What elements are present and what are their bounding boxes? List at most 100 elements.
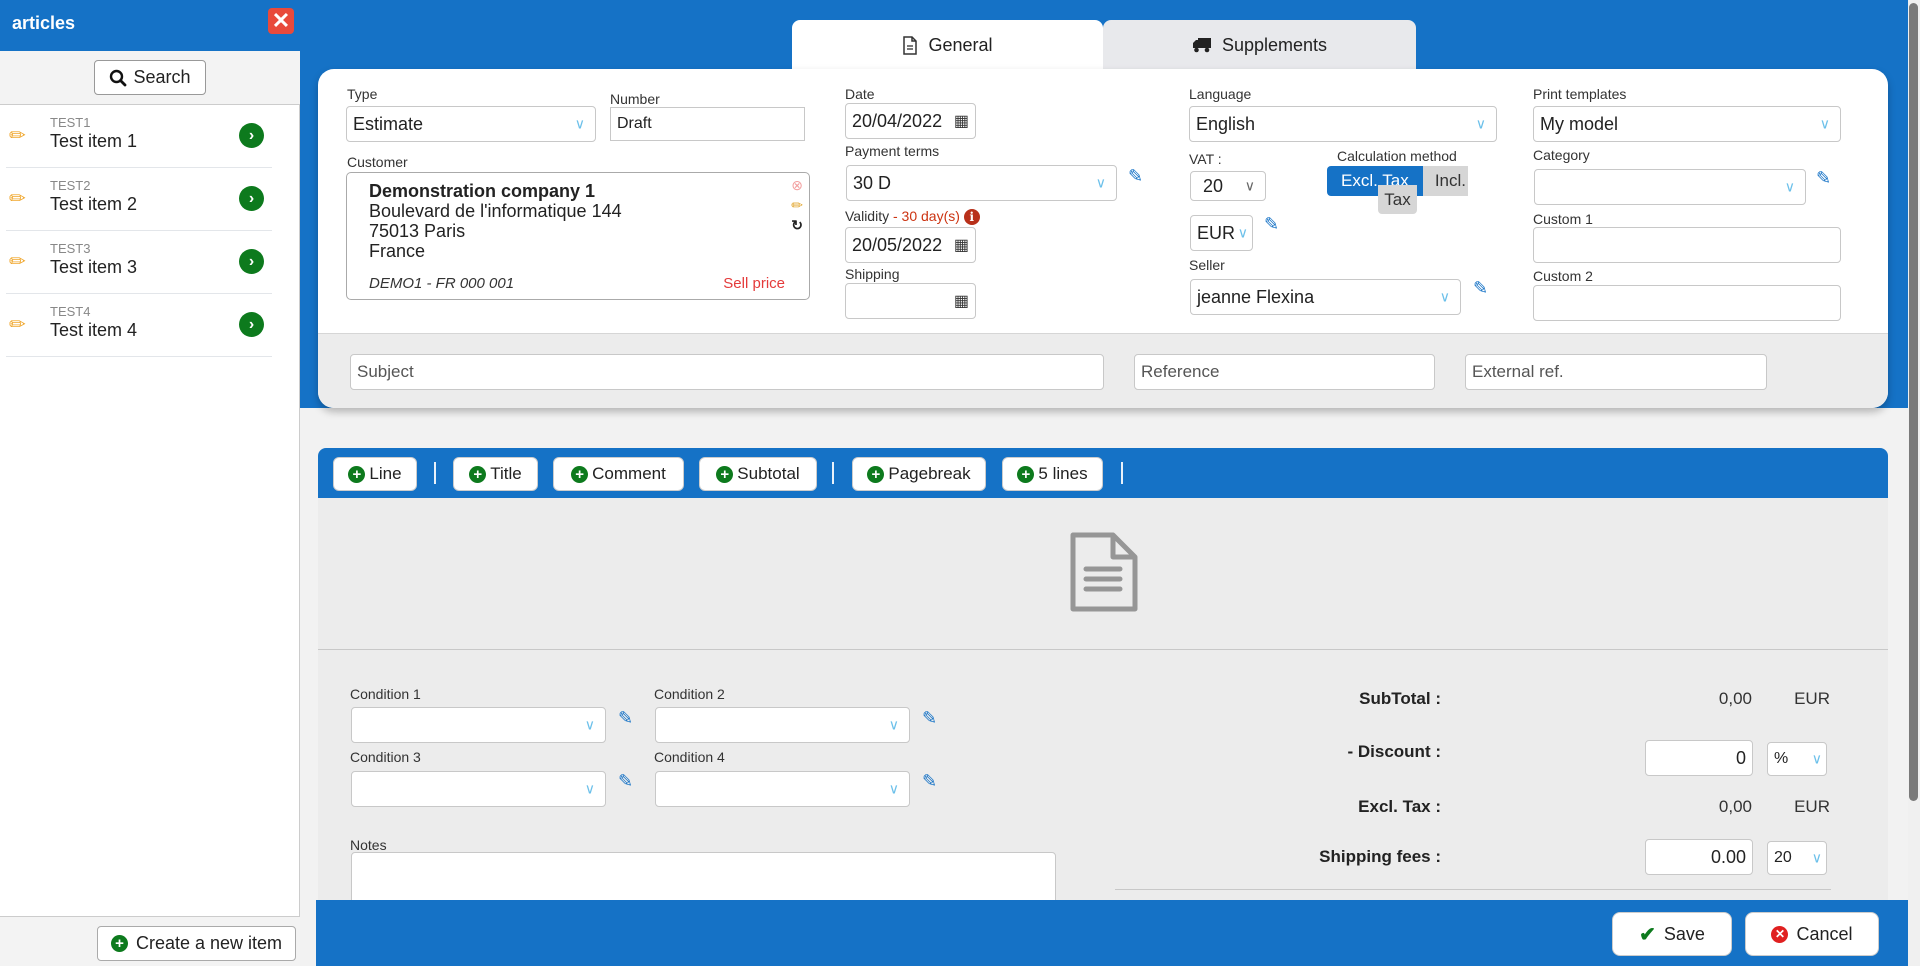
- add-subtotal-button[interactable]: + Subtotal: [699, 457, 817, 491]
- calendar-icon[interactable]: ▦: [954, 111, 969, 131]
- custom1-input[interactable]: [1533, 227, 1841, 263]
- type-label: Type: [347, 86, 378, 102]
- subtotal-currency: EUR: [1794, 689, 1830, 708]
- customer-card[interactable]: Demonstration company 1 Boulevard de l'i…: [346, 172, 810, 300]
- reference-placeholder: Reference: [1141, 362, 1220, 381]
- edit-category-icon[interactable]: ✎: [1816, 168, 1831, 189]
- edit-condition1-icon[interactable]: ✎: [618, 708, 633, 729]
- list-item[interactable]: ✏ TEST3 Test item 3 ›: [6, 231, 272, 294]
- payment-terms-select[interactable]: 30 D ∨: [846, 165, 1117, 201]
- chevron-down-icon: ∨: [1811, 849, 1822, 866]
- list-item[interactable]: ✏ TEST4 Test item 4 ›: [6, 294, 272, 357]
- calendar-icon[interactable]: ▦: [954, 291, 969, 311]
- validity-label-text: Validity: [845, 208, 890, 224]
- reference-input[interactable]: Reference: [1134, 354, 1435, 390]
- cancel-button[interactable]: ✕ Cancel: [1745, 912, 1879, 956]
- chevron-down-icon: ∨: [1784, 178, 1795, 195]
- button-label: Pagebreak: [888, 464, 971, 483]
- number-input[interactable]: Draft: [610, 107, 805, 141]
- date-input[interactable]: 20/04/2022 ▦: [845, 103, 976, 139]
- add-5-lines-button[interactable]: +5 lines: [1002, 457, 1103, 491]
- customer-label: Customer: [347, 154, 408, 170]
- button-label: Line: [369, 464, 402, 483]
- validity-value: 20/05/2022: [852, 234, 943, 255]
- chevron-right-icon[interactable]: ›: [239, 249, 264, 274]
- shipping-vat-select[interactable]: 20 ∨: [1767, 841, 1827, 875]
- create-new-item-button[interactable]: + Create a new item: [97, 926, 296, 961]
- edit-payment-terms-icon[interactable]: ✎: [1128, 166, 1143, 187]
- type-select[interactable]: Estimate ∨: [346, 106, 596, 142]
- close-sidebar-button[interactable]: ✕: [268, 8, 294, 34]
- condition1-select[interactable]: ∨: [351, 707, 606, 743]
- payment-terms-value: 30 D: [853, 172, 892, 193]
- shipping-date-input[interactable]: ▦: [845, 283, 976, 319]
- chevron-right-icon[interactable]: ›: [239, 123, 264, 148]
- shipping-label: Shipping: [845, 266, 900, 282]
- toolbar-divider: [832, 462, 834, 484]
- save-button[interactable]: ✔ Save: [1612, 912, 1732, 956]
- edit-seller-icon[interactable]: ✎: [1473, 278, 1488, 299]
- truck-icon: [1192, 38, 1211, 53]
- language-select[interactable]: English ∨: [1189, 106, 1497, 142]
- item-name: Test item 4: [50, 320, 138, 340]
- chevron-right-icon[interactable]: ›: [239, 186, 264, 211]
- seller-select[interactable]: jeanne Flexina ∨: [1190, 279, 1461, 315]
- tab-general[interactable]: General: [792, 20, 1103, 70]
- external-ref-input[interactable]: External ref.: [1465, 354, 1767, 390]
- vat-select[interactable]: 20 ∨: [1190, 171, 1266, 201]
- remove-customer-icon[interactable]: ⊗: [791, 177, 803, 194]
- cancel-label: Cancel: [1796, 923, 1853, 944]
- add-comment-button[interactable]: + Comment: [553, 457, 684, 491]
- item-code: TEST4: [50, 304, 91, 319]
- scrollbar-thumb[interactable]: [1909, 3, 1918, 801]
- refresh-icon[interactable]: ↻: [791, 217, 803, 234]
- edit-pencil-icon[interactable]: ✏: [9, 186, 26, 211]
- number-label: Number: [610, 91, 660, 107]
- edit-pencil-icon[interactable]: ✏: [9, 312, 26, 337]
- tab-supplements[interactable]: Supplements: [1103, 20, 1416, 70]
- condition3-select[interactable]: ∨: [351, 771, 606, 807]
- edit-condition3-icon[interactable]: ✎: [618, 771, 633, 792]
- add-title-button[interactable]: + Title: [453, 457, 538, 491]
- subject-placeholder: Subject: [357, 362, 414, 381]
- seller-label: Seller: [1189, 257, 1225, 273]
- chevron-down-icon: ∨: [888, 780, 899, 797]
- customer-code: DEMO1 - FR 000 001: [369, 275, 515, 292]
- toolbar-divider: [1121, 462, 1123, 484]
- category-select[interactable]: ∨: [1534, 169, 1806, 205]
- print-templates-select[interactable]: My model ∨: [1533, 106, 1841, 142]
- list-item[interactable]: ✏ TEST1 Test item 1 ›: [6, 105, 272, 168]
- number-value: Draft: [617, 115, 652, 132]
- condition2-select[interactable]: ∨: [655, 707, 910, 743]
- validity-label: Validity - 30 day(s) i: [845, 208, 980, 225]
- condition4-select[interactable]: ∨: [655, 771, 910, 807]
- currency-value: EUR: [1197, 222, 1236, 243]
- chevron-right-icon[interactable]: ›: [239, 312, 264, 337]
- notes-label: Notes: [350, 837, 387, 853]
- search-button[interactable]: Search: [94, 60, 206, 95]
- edit-condition2-icon[interactable]: ✎: [922, 708, 937, 729]
- validity-date-input[interactable]: 20/05/2022 ▦: [845, 227, 976, 263]
- edit-condition4-icon[interactable]: ✎: [922, 771, 937, 792]
- subject-input[interactable]: Subject: [350, 354, 1104, 390]
- discount-input[interactable]: 0: [1645, 740, 1753, 776]
- custom2-label: Custom 2: [1533, 268, 1593, 284]
- info-icon[interactable]: i: [963, 209, 980, 225]
- edit-pencil-icon[interactable]: ✏: [9, 123, 26, 148]
- calendar-icon[interactable]: ▦: [954, 235, 969, 255]
- custom2-input[interactable]: [1533, 285, 1841, 321]
- add-pagebreak-button[interactable]: + Pagebreak: [852, 457, 986, 491]
- validity-note: - 30 day(s): [892, 208, 960, 224]
- add-line-button[interactable]: + Line: [333, 457, 417, 491]
- discount-unit-select[interactable]: % ∨: [1767, 742, 1827, 776]
- edit-customer-icon[interactable]: ✏: [791, 197, 803, 214]
- calc-incl-tax-toggle[interactable]: Incl.: [1423, 166, 1468, 196]
- customer-country: France: [369, 241, 426, 261]
- currency-select[interactable]: EUR ∨: [1190, 215, 1253, 251]
- edit-currency-icon[interactable]: ✎: [1264, 214, 1279, 235]
- subtotal-label: SubTotal :: [1359, 689, 1441, 708]
- shipping-fees-input[interactable]: 0.00: [1645, 839, 1753, 875]
- edit-pencil-icon[interactable]: ✏: [9, 249, 26, 274]
- list-item[interactable]: ✏ TEST2 Test item 2 ›: [6, 168, 272, 231]
- calc-incl-tax-toggle-overflow[interactable]: Tax: [1378, 185, 1417, 214]
